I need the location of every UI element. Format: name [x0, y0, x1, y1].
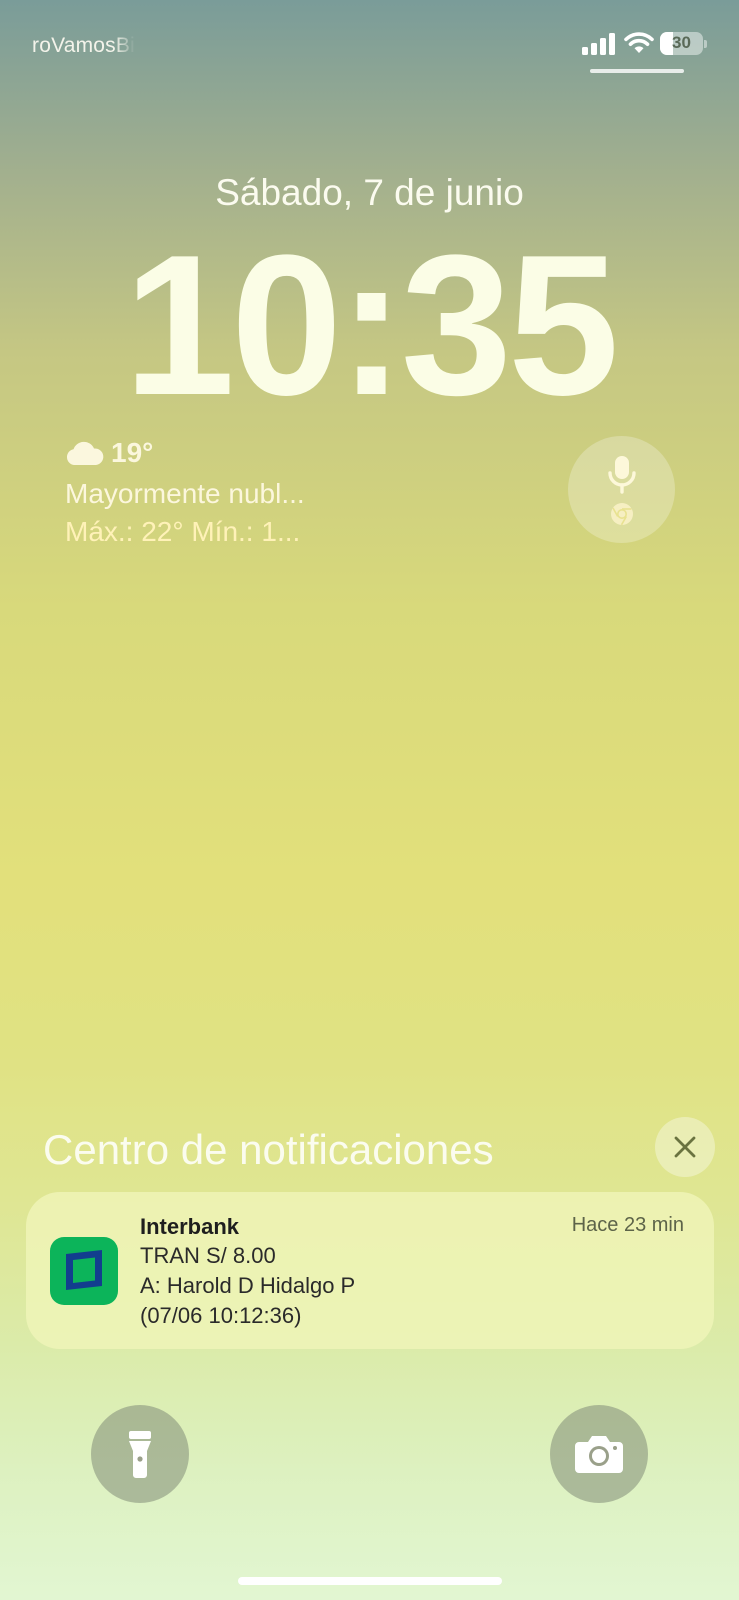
camera-icon	[575, 1436, 623, 1473]
flashlight-button[interactable]	[91, 1405, 189, 1503]
interbank-app-icon	[50, 1237, 118, 1305]
notification-line: TRAN S/ 8.00	[140, 1243, 276, 1268]
weather-widget[interactable]: 19° Mayormente nubl... Máx.: 22° Mín.: 1…	[65, 436, 305, 548]
cloud-icon	[66, 441, 104, 465]
battery-indicator: 30	[660, 32, 707, 56]
weather-temperature: 19°	[111, 437, 154, 468]
notification-time: Hace 23 min	[571, 1214, 684, 1236]
notification-app-name: Interbank	[140, 1214, 240, 1239]
wifi-icon	[624, 32, 654, 53]
notification-card[interactable]: Interbank Hace 23 min TRAN S/ 8.00 A: Ha…	[26, 1192, 714, 1349]
battery-percent: 30	[672, 33, 691, 52]
lock-screen-clock: 10:35	[123, 214, 620, 437]
voice-search-widget[interactable]	[568, 436, 675, 543]
lock-screen-date: Sábado, 7 de junio	[215, 172, 524, 213]
close-icon	[674, 1136, 696, 1158]
microphone-icon	[607, 455, 636, 494]
camera-button[interactable]	[550, 1405, 648, 1503]
notification-line: (07/06 10:12:36)	[140, 1303, 302, 1328]
cellular-signal-icon	[582, 33, 615, 55]
chrome-icon	[610, 502, 633, 525]
notification-line: A: Harold D Hidalgo P	[140, 1273, 356, 1298]
control-center-grabber[interactable]	[590, 69, 684, 73]
notification-center-title: Centro de notificaciones	[43, 1126, 494, 1173]
carrier-name: roVamosBi	[32, 34, 135, 57]
home-indicator[interactable]	[238, 1577, 502, 1585]
flashlight-icon	[129, 1431, 151, 1478]
weather-range: Máx.: 22° Mín.: 1...	[65, 516, 301, 547]
weather-condition: Mayormente nubl...	[65, 478, 305, 509]
clear-notifications-button[interactable]	[655, 1117, 715, 1177]
